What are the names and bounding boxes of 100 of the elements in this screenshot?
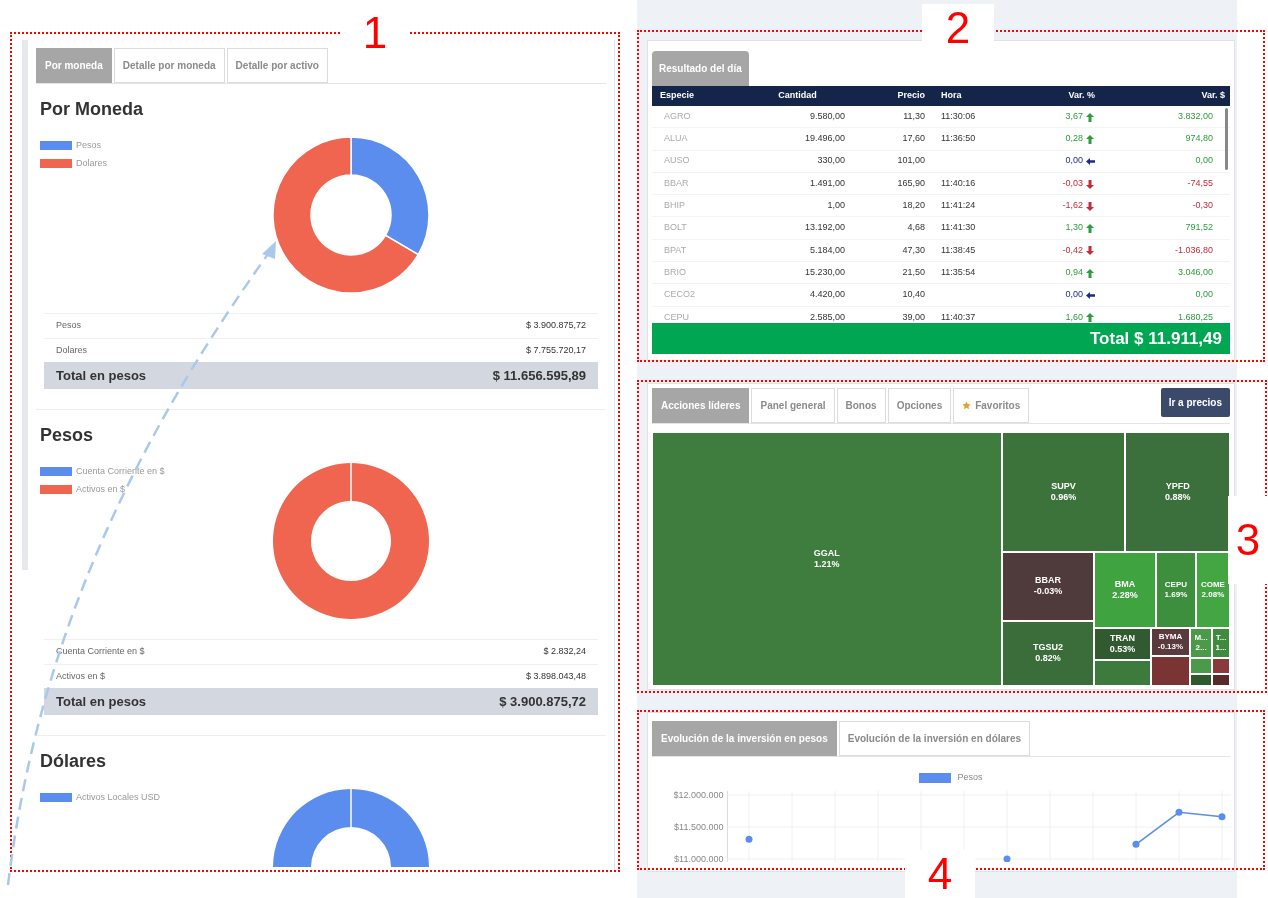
table-cell-text: 11:40:16 — [940, 176, 977, 190]
tab[interactable]: Detalle por moneda — [113, 48, 225, 83]
treemap-tile[interactable] — [1212, 658, 1230, 675]
table-cell: -1,62 — [1062, 199, 1083, 213]
annotation-number: 4 — [927, 852, 953, 896]
total-label: Total en pesos — [56, 692, 147, 711]
up-arrow-icon — [1085, 223, 1095, 234]
tile-ticker: GGAL — [813, 547, 840, 559]
total-label: Total en pesos — [56, 366, 147, 385]
tab[interactable]: Favoritos — [953, 388, 1030, 423]
table-cell-text: -74,55 — [1186, 176, 1214, 190]
treemap-tile[interactable]: T... 1... — [1212, 627, 1230, 659]
data-point — [1132, 840, 1140, 848]
treemap-tile[interactable] — [1190, 674, 1213, 686]
tile-ticker: BBAR — [1034, 575, 1061, 587]
tab[interactable]: Acciones líderes — [652, 388, 750, 423]
table-cell-text: 0,00 — [1194, 288, 1214, 302]
down-arrow-icon — [1085, 178, 1095, 189]
treemap-tile[interactable] — [1150, 656, 1191, 686]
tab[interactable]: Evolución de la inversión en pesos — [652, 721, 837, 756]
tab[interactable]: Resultado del día — [652, 51, 749, 86]
table-cell-text: 11,30 — [902, 109, 925, 123]
column-header: Hora — [940, 89, 963, 103]
table-cell-text: 1.680,25 — [1176, 310, 1214, 323]
tile-ticker: M... — [1194, 632, 1208, 643]
tile-ticker: TRAN — [1109, 632, 1135, 644]
down-arrow-icon — [1085, 200, 1095, 211]
tile-change: 1.21% — [814, 559, 840, 571]
tile-change: 0.88% — [1164, 491, 1191, 504]
table-cell: 1,60 — [1065, 310, 1083, 323]
tile-change: 2.28% — [1112, 589, 1138, 602]
row-amount: $ 7.755.720,17 — [525, 343, 586, 357]
treemap-tile[interactable] — [1190, 658, 1213, 675]
prices-button[interactable]: Ir a precios — [1160, 388, 1230, 417]
table-cell-text: ALUA — [663, 132, 689, 146]
tab[interactable]: Panel general — [751, 388, 835, 423]
annotation-number: 2 — [945, 6, 971, 50]
down-arrow-icon — [1085, 245, 1095, 256]
tile-ticker: YPFD — [1165, 480, 1190, 492]
table-cell-text: 4,68 — [906, 221, 925, 235]
data-point — [1003, 855, 1011, 862]
legend-label: Activos en $ — [76, 482, 126, 496]
annotation-number: 1 — [362, 11, 388, 55]
treemap-tile[interactable]: YPFD 0.88% — [1125, 432, 1230, 552]
tile-change: 2... — [1195, 642, 1207, 653]
axis-label: $12.000.000 — [673, 789, 724, 800]
table-cell-text: 3,67 — [1065, 109, 1083, 123]
annotation-number: 3 — [1235, 518, 1261, 562]
table-cell-text: 0,00 — [1194, 154, 1214, 168]
tab[interactable]: Evolución de la inversión en dólares — [838, 721, 1031, 756]
table-cell-text: -1.036,80 — [1173, 243, 1214, 257]
tab[interactable]: Opciones — [887, 388, 952, 423]
table-cell-text: 15.230,00 — [803, 265, 845, 279]
table-cell-text: 330,00 — [816, 154, 845, 168]
row-label: Dolares — [56, 343, 87, 357]
section-title: Pesos — [39, 424, 95, 447]
table-cell: 0,00 — [1065, 154, 1083, 168]
up-arrow-icon — [1085, 111, 1095, 122]
row-label: Pesos — [56, 319, 81, 332]
table-cell-text: BHIP — [663, 199, 686, 213]
table-cell-text: 4.420,00 — [808, 288, 845, 302]
column-header: Cantidad — [777, 89, 818, 103]
total-amount: $ 3.900.875,72 — [499, 692, 586, 711]
table-cell-text: 165,90 — [896, 176, 925, 190]
treemap-tile[interactable]: BMA 2.28% — [1094, 551, 1156, 628]
treemap-tile[interactable]: M... 2... — [1190, 627, 1213, 659]
tab[interactable]: Bonos — [836, 388, 886, 423]
treemap-tile[interactable] — [1094, 660, 1151, 686]
column-header: Var. $ — [1200, 89, 1225, 103]
legend-label: Pesos — [957, 771, 983, 784]
treemap-tile[interactable]: TRAN 0.53% — [1094, 627, 1151, 661]
treemap-tile[interactable]: TGSU2 0.82% — [1001, 620, 1095, 686]
tab[interactable]: Detalle por activo — [226, 48, 328, 83]
tile-change: -0.03% — [1033, 586, 1063, 598]
total-amount: $ 11.656.595,89 — [492, 366, 586, 385]
tile-ticker: CEPU — [1164, 579, 1188, 590]
table-cell-text: 19.496,00 — [803, 132, 845, 146]
table-cell-text: BBAR — [663, 176, 690, 190]
up-arrow-icon — [1085, 312, 1095, 323]
table-cell-text: 21,50 — [901, 265, 925, 279]
table-cell-text: BOLT — [663, 221, 688, 235]
left-arrow-icon — [1085, 290, 1095, 300]
table-cell-text: 1.491,00 — [808, 176, 845, 190]
treemap-tile[interactable]: COME 2.08% — [1195, 551, 1230, 628]
legend-label: Pesos — [76, 139, 101, 152]
treemap-tile[interactable] — [1212, 674, 1230, 686]
table-cell: 1,30 — [1065, 221, 1083, 235]
tile-change: 1.69% — [1164, 589, 1188, 600]
table-cell-text: 11:38:45 — [940, 243, 977, 257]
legend-label: Activos Locales USD — [76, 791, 161, 804]
treemap-tile[interactable]: GGAL 1.21% — [652, 432, 1002, 686]
tab[interactable]: Por moneda — [36, 48, 112, 83]
table-cell-text: 5.184,00 — [808, 243, 845, 257]
table-cell-text: 791,52 — [1184, 221, 1214, 235]
row-amount: $ 3.900.875,72 — [525, 319, 586, 332]
tile-ticker: TGSU2 — [1032, 642, 1063, 654]
treemap-tile[interactable]: CEPU 1.69% — [1156, 551, 1196, 628]
treemap-tile[interactable]: BBAR -0.03% — [1001, 551, 1095, 621]
axis-label: $11.000.000 — [674, 853, 724, 862]
treemap-tile[interactable]: SUPV 0.96% — [1001, 432, 1126, 552]
